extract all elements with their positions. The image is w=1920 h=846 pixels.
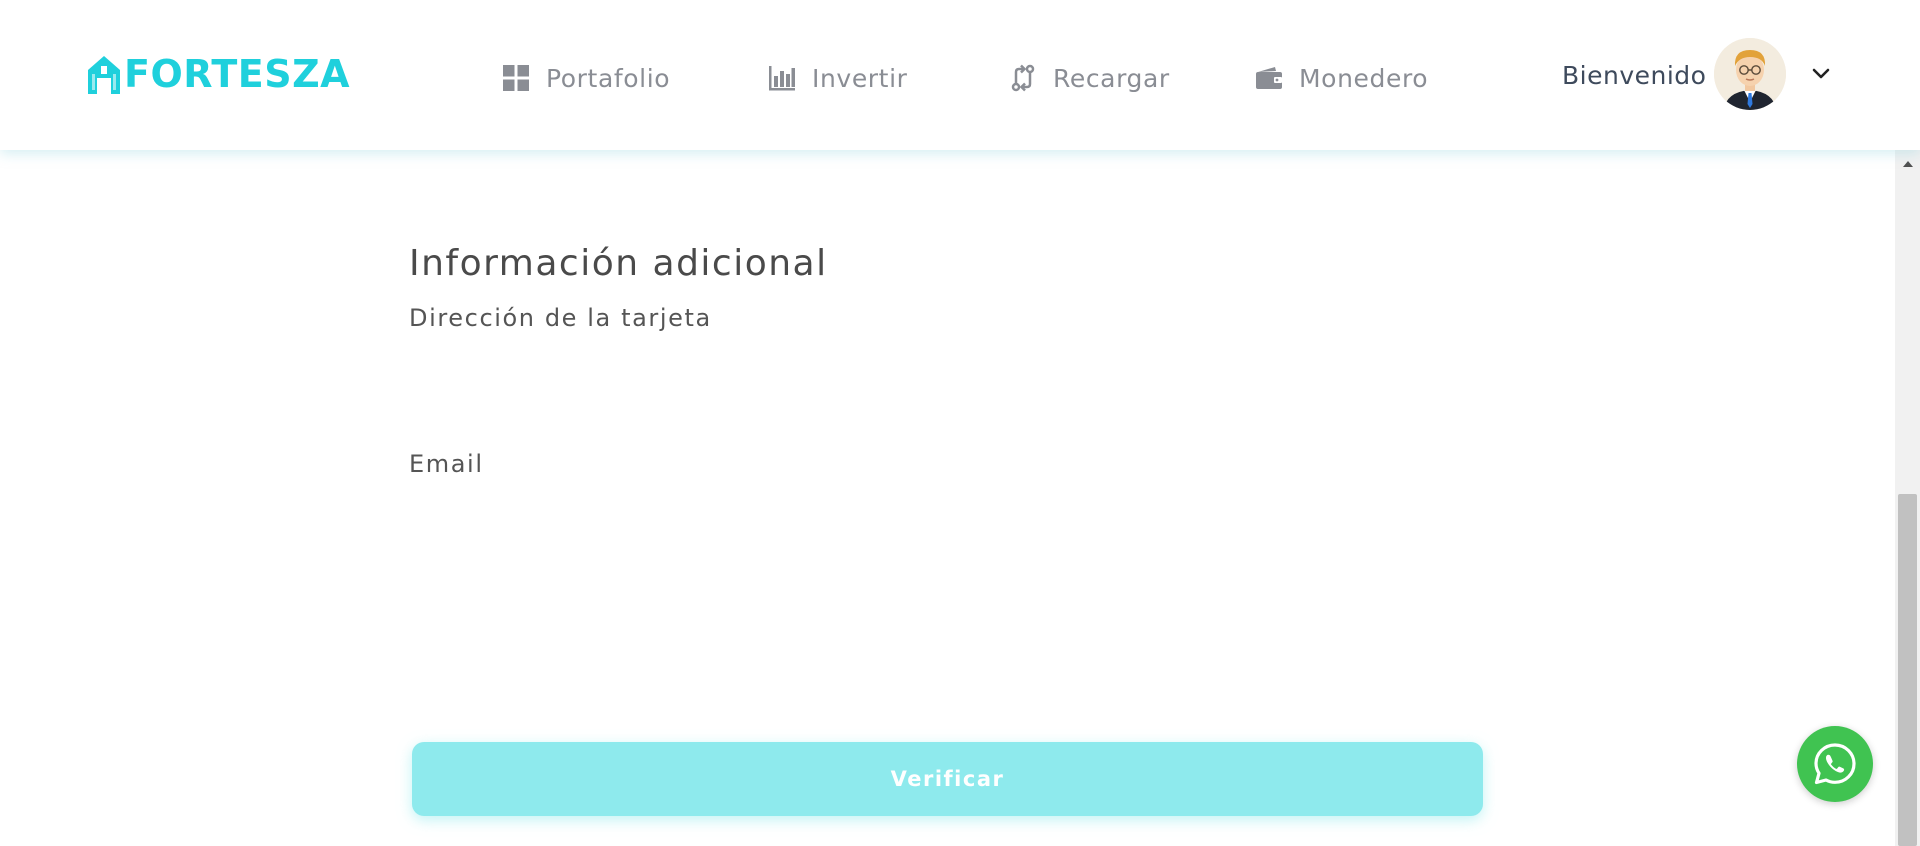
nav-label-invertir: Invertir [812, 63, 908, 93]
welcome-text: Bienvenido [1562, 61, 1707, 90]
card-address-input[interactable] [409, 340, 1484, 400]
whatsapp-button[interactable] [1797, 726, 1873, 802]
nav-label-recargar: Recargar [1053, 63, 1170, 93]
chevron-down-icon[interactable] [1810, 62, 1832, 84]
email-input[interactable] [409, 486, 1484, 546]
top-navbar: FORTESZA Portafolio Invertir Recargar Mo… [0, 0, 1920, 150]
transfer-icon [1011, 64, 1035, 92]
brand-logo[interactable]: FORTESZA [84, 52, 350, 96]
scroll-up-arrow-icon[interactable] [1895, 154, 1920, 174]
bar-chart-icon [769, 66, 795, 91]
page: FORTESZA Portafolio Invertir Recargar Mo… [0, 0, 1920, 846]
email-label: Email [409, 450, 484, 478]
vertical-scrollbar[interactable] [1895, 150, 1920, 846]
whatsapp-icon [1814, 743, 1856, 785]
triangle-up-icon [1902, 161, 1913, 167]
wallet-icon [1256, 67, 1282, 89]
verify-button[interactable]: Verificar [412, 742, 1483, 816]
user-avatar-icon [1714, 38, 1786, 110]
nav-label-monedero: Monedero [1299, 63, 1429, 93]
scrollbar-thumb[interactable] [1898, 494, 1917, 846]
section-title: Información adicional [409, 243, 828, 284]
nav-label-portafolio: Portafolio [546, 63, 671, 93]
grid-icon [503, 65, 529, 91]
house-logo-icon [88, 56, 120, 94]
nav-item-monedero[interactable]: Monedero [1255, 58, 1428, 98]
additional-info-form: Información adicional Dirección de la ta… [409, 240, 1489, 546]
brand-name: FORTESZA [124, 52, 351, 96]
user-avatar[interactable] [1714, 38, 1786, 110]
nav-item-portafolio[interactable]: Portafolio [502, 58, 670, 98]
card-address-label: Dirección de la tarjeta [409, 304, 712, 332]
nav-item-invertir[interactable]: Invertir [768, 58, 908, 98]
nav-item-recargar[interactable]: Recargar [1009, 58, 1170, 98]
